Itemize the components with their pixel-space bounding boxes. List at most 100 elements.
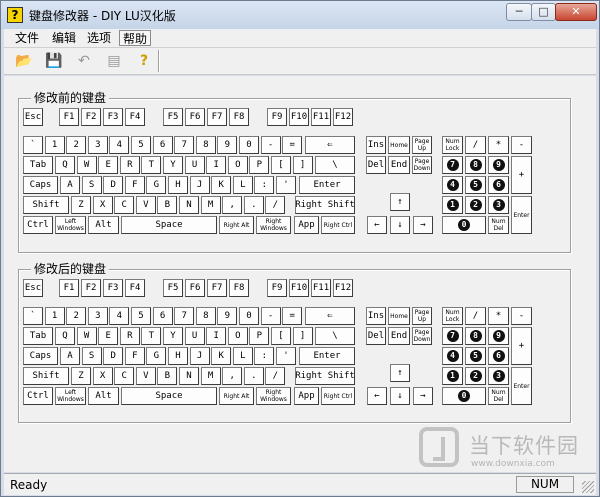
after-key-del[interactable]: Del xyxy=(366,327,386,345)
after-key-row1-4[interactable]: 4 xyxy=(109,307,130,325)
after-key-row4-5[interactable]: N xyxy=(179,367,199,385)
before-key-space[interactable]: Space xyxy=(121,216,217,234)
before-key-n9[interactable]: 9 xyxy=(488,156,509,174)
after-key-row3-6[interactable]: J xyxy=(189,347,210,365)
before-key-home[interactable]: Home xyxy=(388,136,410,154)
after-key-alt[interactable]: Alt xyxy=(88,387,119,405)
after-key-row2-7[interactable]: I xyxy=(206,327,227,345)
after-key-end[interactable]: End xyxy=(388,327,410,345)
menu-file[interactable]: 文件 xyxy=(12,30,42,46)
before-key-row3-7[interactable]: K xyxy=(211,176,232,194)
before-key-f-10[interactable]: F11 xyxy=(311,108,331,126)
after-key-row3-10[interactable]: ' xyxy=(276,347,296,365)
before-key-caps[interactable]: Caps xyxy=(23,176,58,194)
after-key-row2-2[interactable]: E xyxy=(98,327,119,345)
after-key-numlock[interactable]: Num Lock xyxy=(442,307,463,325)
after-key-esc[interactable]: Esc xyxy=(23,279,43,297)
print-icon[interactable]: ▤ xyxy=(104,51,124,71)
after-key-f-7[interactable]: F8 xyxy=(229,279,249,297)
after-key-row4-8[interactable]: . xyxy=(243,367,264,385)
before-key-row3-3[interactable]: F xyxy=(124,176,145,194)
before-key-row2-10[interactable]: [ xyxy=(271,156,291,174)
before-key-alt[interactable]: Alt xyxy=(88,216,119,234)
after-key-rwin[interactable]: Right Windows xyxy=(256,387,291,405)
before-key-n4[interactable]: 4 xyxy=(442,176,463,194)
before-key-row4-0[interactable]: Z xyxy=(71,196,91,214)
undo-icon[interactable]: ↶ xyxy=(74,51,94,71)
before-key-row3-10[interactable]: ' xyxy=(276,176,296,194)
before-key-app[interactable]: App xyxy=(294,216,319,234)
after-key-left[interactable]: ← xyxy=(367,387,387,405)
after-key-row1-9[interactable]: 9 xyxy=(217,307,238,325)
after-key-n6[interactable]: 6 xyxy=(488,347,509,365)
after-key-row2-8[interactable]: O xyxy=(227,327,248,345)
after-key-down[interactable]: ↓ xyxy=(390,387,410,405)
after-key-row2-10[interactable]: [ xyxy=(271,327,291,345)
after-key-row1-5[interactable]: 5 xyxy=(131,307,151,325)
before-key-row4-6[interactable]: M xyxy=(200,196,221,214)
before-key-up[interactable]: ↑ xyxy=(390,193,410,211)
before-key-row2-11[interactable]: ] xyxy=(292,156,313,174)
after-key-row3-8[interactable]: L xyxy=(232,347,253,365)
before-key-shift[interactable]: Shift xyxy=(23,196,69,214)
after-key-f-6[interactable]: F7 xyxy=(207,279,227,297)
after-key-right[interactable]: → xyxy=(413,387,433,405)
before-key-n0[interactable]: 0 xyxy=(442,216,486,234)
after-key-row2-5[interactable]: Y xyxy=(163,327,183,345)
after-key-row2-12[interactable]: \ xyxy=(315,327,355,345)
after-key-f-4[interactable]: F5 xyxy=(163,279,183,297)
before-key-ins[interactable]: Ins xyxy=(366,136,386,154)
before-key-numdel[interactable]: Num Del xyxy=(488,216,509,234)
before-key-row4-3[interactable]: V xyxy=(135,196,156,214)
after-key-f-3[interactable]: F4 xyxy=(125,279,145,297)
before-key-row4-8[interactable]: . xyxy=(243,196,264,214)
before-key-row3-8[interactable]: L xyxy=(232,176,253,194)
before-key-ralt[interactable]: Right Alt xyxy=(219,216,254,234)
before-key-tab[interactable]: Tab xyxy=(23,156,53,174)
before-key-row4-5[interactable]: N xyxy=(179,196,199,214)
after-key-caps[interactable]: Caps xyxy=(23,347,58,365)
before-key-nplus[interactable]: + xyxy=(511,156,532,194)
open-icon[interactable]: 📂 xyxy=(14,51,34,71)
after-key-home[interactable]: Home xyxy=(388,307,410,325)
before-key-f-4[interactable]: F5 xyxy=(163,108,183,126)
before-key-row3-9[interactable]: : xyxy=(254,176,275,194)
before-key-n1[interactable]: 1 xyxy=(442,196,463,214)
before-key-f-7[interactable]: F8 xyxy=(229,108,249,126)
after-key-row4-3[interactable]: V xyxy=(135,367,156,385)
close-button[interactable]: ✕ xyxy=(555,3,597,21)
after-key-row2-9[interactable]: P xyxy=(249,327,270,345)
after-key-row2-6[interactable]: U xyxy=(184,327,205,345)
before-key-ctrl[interactable]: Ctrl xyxy=(23,216,53,234)
before-key-row3-0[interactable]: A xyxy=(60,176,80,194)
before-key-row1-11[interactable]: - xyxy=(260,136,281,154)
before-key-f-1[interactable]: F2 xyxy=(81,108,101,126)
before-key-left[interactable]: ← xyxy=(367,216,387,234)
before-key-enter[interactable]: Enter xyxy=(299,176,355,194)
after-key-row3-3[interactable]: F xyxy=(124,347,145,365)
after-key-row4-1[interactable]: X xyxy=(92,367,113,385)
after-key-row3-1[interactable]: S xyxy=(81,347,102,365)
after-key-f-9[interactable]: F10 xyxy=(289,279,309,297)
after-key-row1-11[interactable]: - xyxy=(260,307,281,325)
menu-options[interactable]: 选项 xyxy=(84,30,114,46)
before-key-del[interactable]: Del xyxy=(366,156,386,174)
before-key-rshift[interactable]: Right Shift xyxy=(295,196,355,214)
before-key-f-11[interactable]: F12 xyxy=(333,108,353,126)
before-key-nstar[interactable]: * xyxy=(488,136,509,154)
before-key-row1-1[interactable]: 1 xyxy=(44,136,65,154)
before-key-row1-0[interactable]: ` xyxy=(23,136,43,154)
before-key-row4-1[interactable]: X xyxy=(92,196,113,214)
after-key-tab[interactable]: Tab xyxy=(23,327,53,345)
after-key-row3-2[interactable]: D xyxy=(103,347,124,365)
before-key-row4-4[interactable]: B xyxy=(157,196,178,214)
after-key-n7[interactable]: 7 xyxy=(442,327,463,345)
maximize-button[interactable]: □ xyxy=(531,3,556,21)
before-key-row3-1[interactable]: S xyxy=(81,176,102,194)
after-key-row1-8[interactable]: 8 xyxy=(195,307,216,325)
after-key-row3-4[interactable]: G xyxy=(146,347,167,365)
before-key-row1-7[interactable]: 7 xyxy=(174,136,195,154)
before-key-esc[interactable]: Esc xyxy=(23,108,43,126)
resize-grip[interactable] xyxy=(582,481,594,493)
after-key-n4[interactable]: 4 xyxy=(442,347,463,365)
